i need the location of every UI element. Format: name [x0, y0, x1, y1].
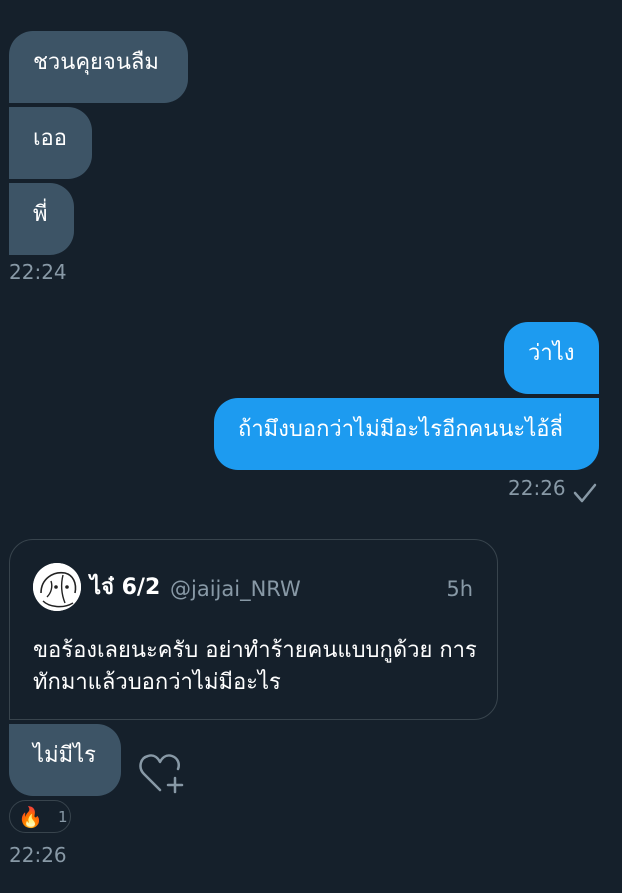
reaction-count: 1 [58, 808, 68, 826]
quoted-author-name[interactable]: ไจ๋ 6/2 [90, 574, 160, 602]
quoted-author-handle[interactable]: @jaijai_NRW [170, 576, 301, 602]
heart-plus-icon[interactable] [138, 750, 188, 796]
message-bubble-received[interactable]: เออ [9, 107, 92, 179]
message-bubble-received[interactable]: พี่ [9, 183, 74, 255]
checkmark-icon [573, 483, 597, 503]
message-text: ถ้ามึงบอกว่าไม่มีอะไรอีกคนนะไอ้ลี่ [238, 417, 564, 442]
message-timestamp: 22:26 [508, 476, 566, 500]
message-timestamp: 22:24 [9, 260, 67, 284]
message-text: ว่าไง [528, 341, 575, 366]
avatar-drawing [33, 563, 81, 611]
profile-avatar[interactable] [33, 563, 81, 611]
message-text: พี่ [33, 202, 48, 227]
fire-icon: 🔥 [18, 805, 43, 829]
message-bubble-received[interactable]: ไม่มีไร [9, 724, 121, 796]
message-timestamp: 22:26 [9, 843, 67, 867]
quoted-tweet-card[interactable]: ไจ๋ 6/2 @jaijai_NRW 5h ขอร้องเลยนะครับ อ… [9, 539, 498, 720]
quoted-tweet-time: 5h [446, 577, 473, 601]
message-text: ชวนคุยจนลืม [33, 50, 159, 75]
message-text: เออ [33, 126, 67, 151]
message-bubble-received[interactable]: ชวนคุยจนลืม [9, 31, 188, 103]
message-bubble-sent[interactable]: ถ้ามึงบอกว่าไม่มีอะไรอีกคนนะไอ้ลี่ [214, 398, 599, 470]
quoted-tweet-text: ขอร้องเลยนะครับ อย่าทำร้ายคนแบบกูด้วย กา… [33, 638, 477, 695]
message-bubble-sent[interactable]: ว่าไง [504, 322, 599, 394]
message-text: ไม่มีไร [33, 743, 96, 768]
reaction-pill[interactable]: 🔥 1 [9, 800, 71, 833]
